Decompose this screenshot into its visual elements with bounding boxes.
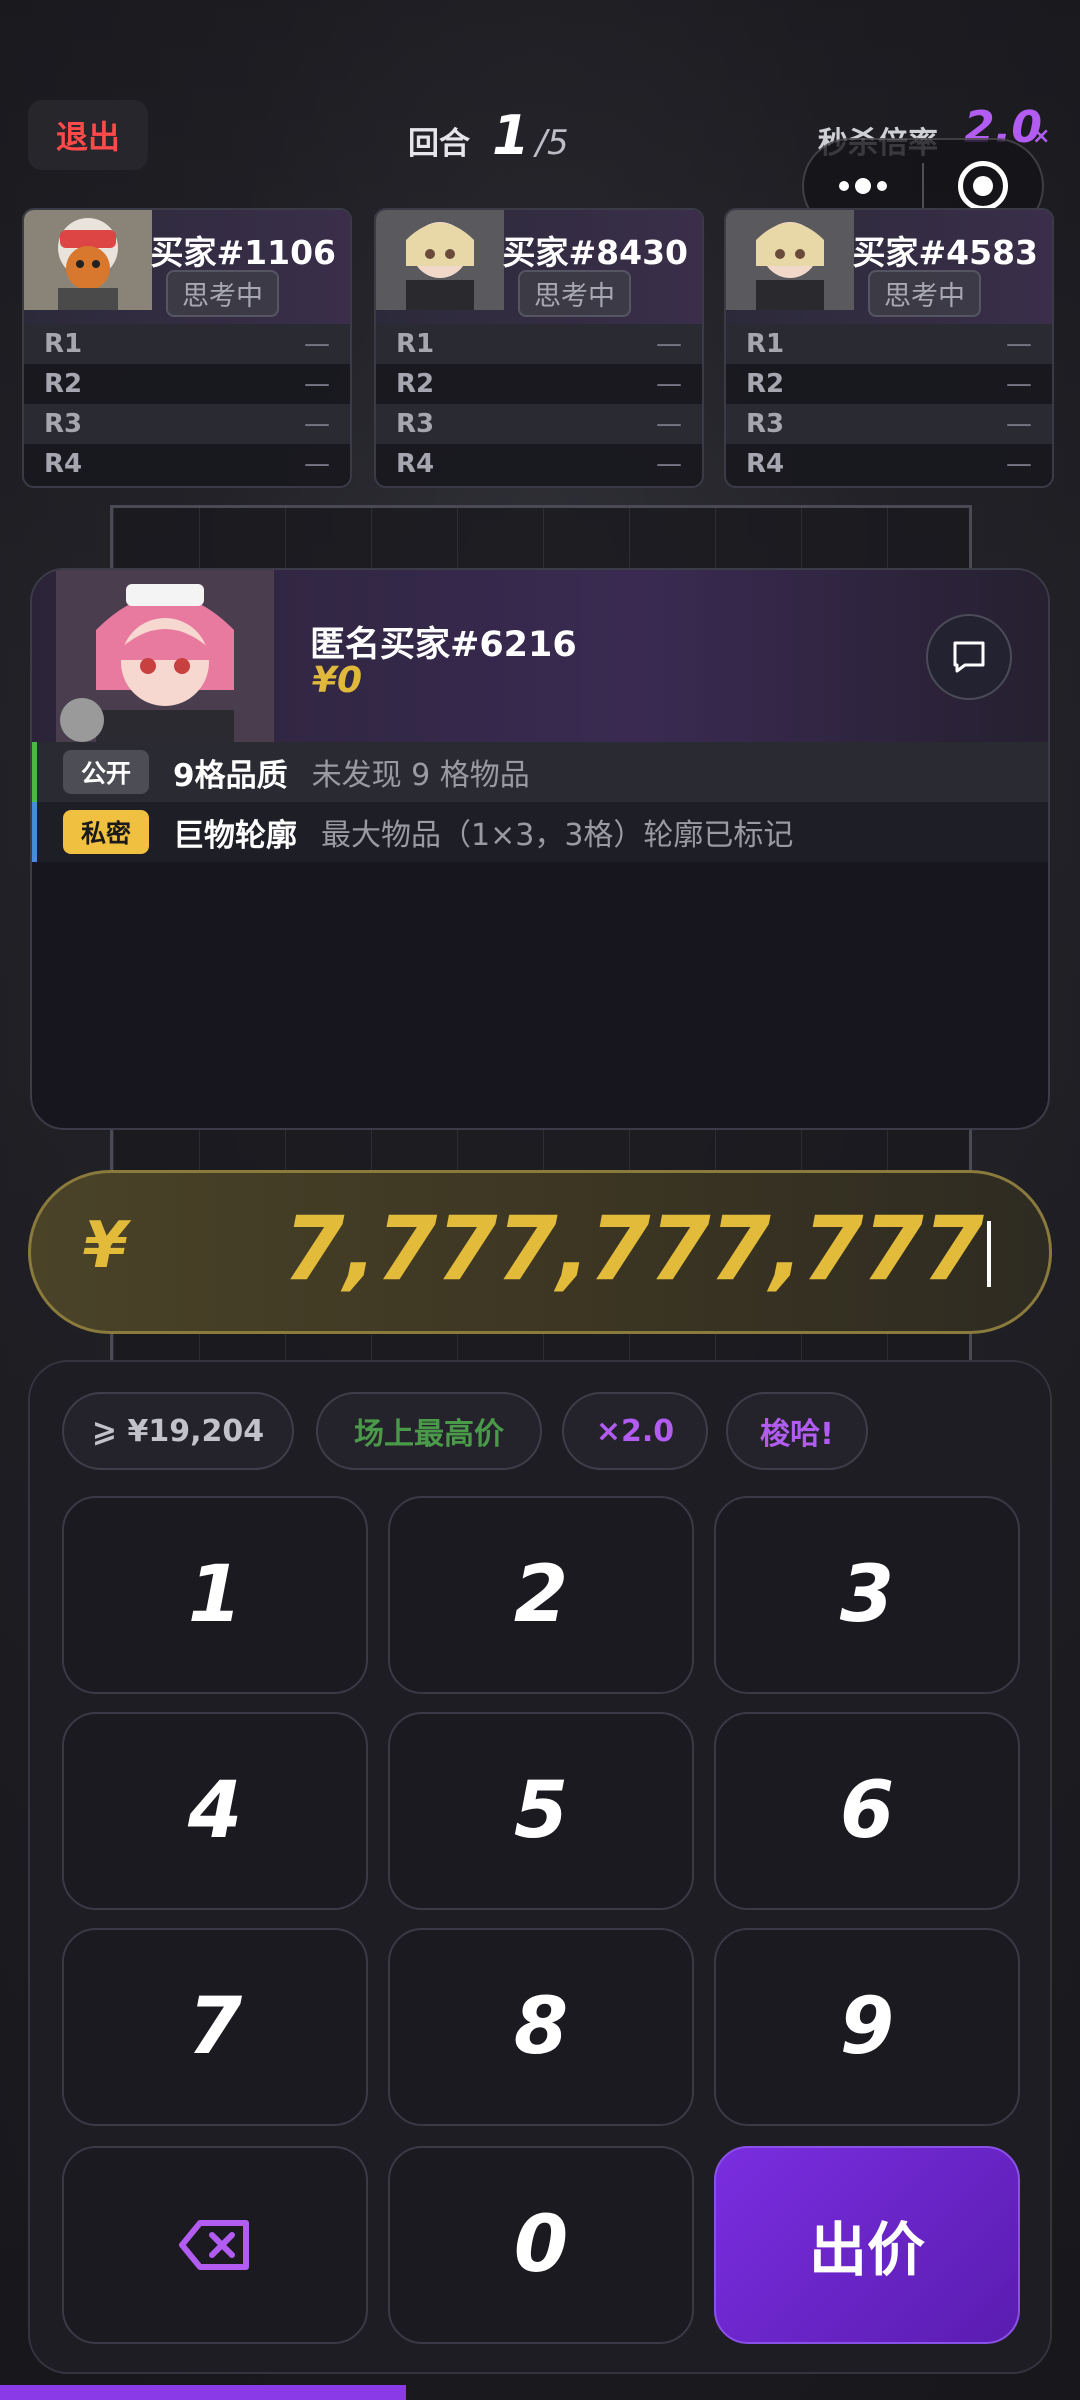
- buyer-round-row: R1 —: [24, 324, 350, 364]
- key-7[interactable]: 7: [62, 1928, 368, 2126]
- round-label: R3: [44, 409, 83, 439]
- exit-button[interactable]: 退出: [28, 100, 148, 170]
- buyer-round-row: R3 —: [376, 404, 702, 444]
- round-label: R1: [396, 329, 435, 359]
- round-label: R4: [44, 449, 83, 479]
- round-value: —: [656, 449, 682, 479]
- bid-input[interactable]: ¥ 7,777,777,777: [28, 1170, 1052, 1334]
- buyer-card-header: 买家#4583 思考中: [726, 210, 1052, 324]
- chat-icon: [953, 641, 985, 673]
- buyer-avatar: [726, 210, 854, 310]
- round-value: —: [304, 329, 330, 359]
- key-1[interactable]: 1: [62, 1496, 368, 1694]
- buyer-card: 买家#4583 思考中 R1 — R2 — R3 — R4 —: [724, 208, 1054, 488]
- buyer-avatar: [24, 210, 152, 310]
- key-9[interactable]: 9: [714, 1928, 1020, 2126]
- round-total: /5: [535, 123, 569, 163]
- round-value: —: [304, 449, 330, 479]
- buyer-round-row: R2 —: [24, 364, 350, 404]
- round-value: —: [1006, 409, 1032, 439]
- buyer-round-row: R2 —: [376, 364, 702, 404]
- buyer-name: 买家#8430: [502, 233, 689, 272]
- round-value: —: [304, 409, 330, 439]
- bid-button[interactable]: 出价: [714, 2146, 1020, 2344]
- round-value: —: [1006, 449, 1032, 479]
- round-value: —: [656, 409, 682, 439]
- buyer-name: 买家#4583: [852, 233, 1039, 272]
- key-8[interactable]: 8: [388, 1928, 694, 2126]
- buyer-card: 买家#8430 思考中 R1 — R2 — R3 — R4 —: [374, 208, 704, 488]
- bid-amount: 7,777,777,777: [283, 1197, 984, 1300]
- round-label: R3: [396, 409, 435, 439]
- public-tag: 公开: [63, 750, 150, 794]
- buyer-round-row: R4 —: [376, 444, 702, 484]
- private-tag: 私密: [63, 810, 150, 854]
- bid-caret: [987, 1221, 991, 1287]
- main-buyer-header: 匿名买家#6216 ¥0: [32, 570, 1048, 742]
- round-value: —: [1006, 369, 1032, 399]
- key-4[interactable]: 4: [62, 1712, 368, 1910]
- round-value: —: [656, 369, 682, 399]
- round-label: R4: [746, 449, 785, 479]
- buyer-round-row: R3 —: [24, 404, 350, 444]
- public-desc: 未发现 9 格物品: [311, 758, 530, 793]
- round-label: R1: [44, 329, 83, 359]
- round-label: R1: [746, 329, 785, 359]
- backspace-button[interactable]: [62, 2146, 368, 2344]
- round-label: R3: [746, 409, 785, 439]
- buyer-status-badge: 思考中: [518, 270, 631, 317]
- key-6[interactable]: 6: [714, 1712, 1020, 1910]
- round-label: R4: [396, 449, 435, 479]
- buyer-name: 买家#1106: [150, 233, 337, 272]
- backspace-icon: [179, 2220, 249, 2270]
- min-bid-chip[interactable]: ⩾ ¥19,204: [62, 1392, 294, 1470]
- round-value: —: [1006, 329, 1032, 359]
- public-title: 9格品质: [173, 757, 288, 794]
- buyer-rounds: R1 — R2 — R3 — R4 —: [24, 324, 350, 484]
- private-desc: 最大物品（1×3，3格）轮廓已标记: [321, 818, 794, 853]
- public-info-row: 公开 9格品质 未发现 9 格物品: [32, 742, 1048, 802]
- buyer-avatar: [376, 210, 504, 310]
- key-2[interactable]: 2: [388, 1496, 694, 1694]
- buyer-rounds: R1 — R2 — R3 — R4 —: [376, 324, 702, 484]
- buyer-round-row: R3 —: [726, 404, 1052, 444]
- round-current: 1: [492, 104, 530, 167]
- buyer-round-row: R1 —: [376, 324, 702, 364]
- buyer-card-header: 买家#1106 思考中: [24, 210, 350, 324]
- key-5[interactable]: 5: [388, 1712, 694, 1910]
- round-value: —: [304, 369, 330, 399]
- round-label: R2: [44, 369, 83, 399]
- buyer-rounds: R1 — R2 — R3 — R4 —: [726, 324, 1052, 484]
- round-label: 回合: [408, 126, 470, 162]
- bid-currency: ¥: [83, 1209, 128, 1283]
- round-value: —: [656, 329, 682, 359]
- buyer-round-row: R1 —: [726, 324, 1052, 364]
- private-title: 巨物轮廓: [173, 817, 298, 854]
- buyer-card-header: 买家#8430 思考中: [376, 210, 702, 324]
- buyer-card: 买家#1106 思考中 R1 — R2 — R3 — R4 —: [22, 208, 352, 488]
- buyer-round-row: R2 —: [726, 364, 1052, 404]
- multiplier-chip[interactable]: ×2.0: [562, 1392, 708, 1470]
- timer-progress-bar: [0, 2385, 406, 2400]
- round-label: R2: [396, 369, 435, 399]
- round-indicator: 回合 1 /5: [408, 104, 569, 167]
- private-info-row: 私密 巨物轮廓 最大物品（1×3，3格）轮廓已标记: [32, 802, 1048, 862]
- key-3[interactable]: 3: [714, 1496, 1020, 1694]
- showhand-chip[interactable]: 梭哈!: [726, 1392, 868, 1470]
- key-0[interactable]: 0: [388, 2146, 694, 2344]
- main-buyer-money: ¥0: [312, 660, 363, 701]
- main-buyer-panel: 匿名买家#6216 ¥0 公开 9格品质 未发现 9 格物品 私密 巨物轮廓 最…: [30, 568, 1050, 1130]
- highest-price-chip[interactable]: 场上最高价: [316, 1392, 542, 1470]
- buyer-round-row: R4 —: [726, 444, 1052, 484]
- main-buyer-avatar: [56, 570, 274, 742]
- buyer-status-badge: 思考中: [868, 270, 981, 317]
- chat-button[interactable]: [926, 614, 1012, 700]
- keypad: ⩾ ¥19,204 场上最高价 ×2.0 梭哈! 1 2 3 4 5 6 7 8…: [28, 1360, 1052, 2374]
- round-label: R2: [746, 369, 785, 399]
- buyer-round-row: R4 —: [24, 444, 350, 484]
- buyer-status-badge: 思考中: [166, 270, 279, 317]
